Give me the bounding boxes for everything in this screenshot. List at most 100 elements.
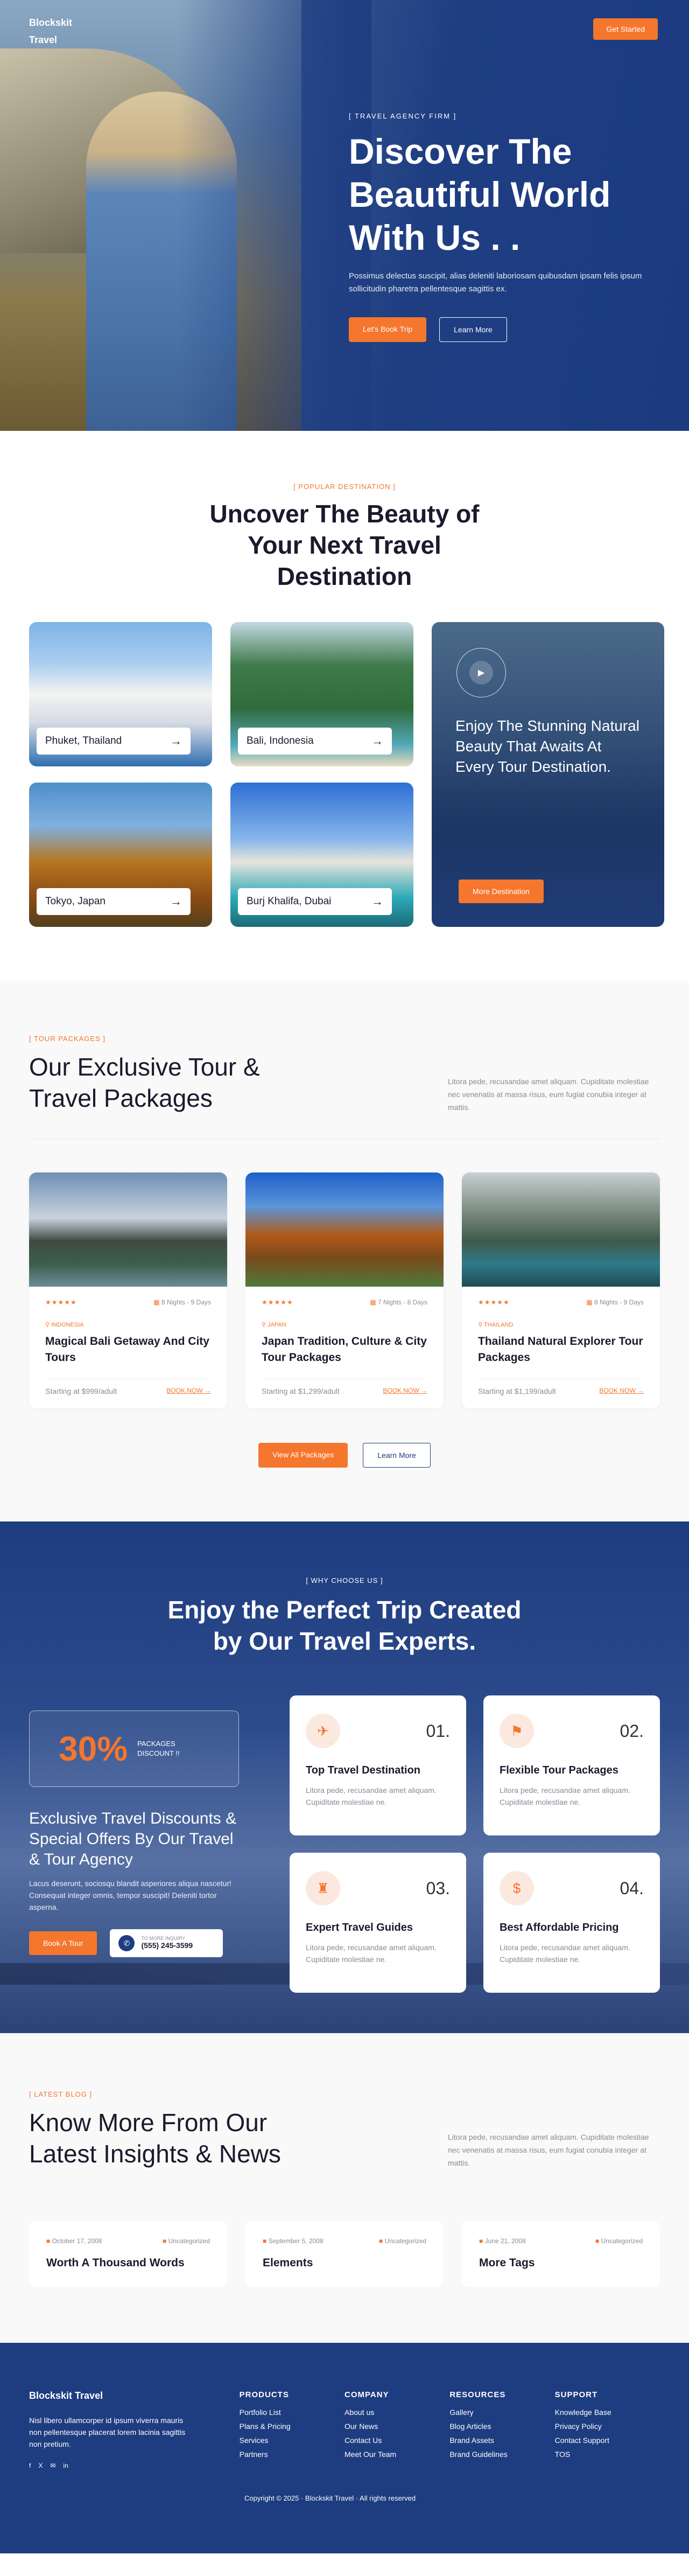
tour-image [462,1172,660,1287]
tour-card[interactable]: ★★★★★ ▦ 7 Nights - 8 Days ⚲ JAPAN Japan T… [245,1172,444,1408]
get-started-button[interactable]: Get Started [593,18,658,40]
tours-header: [ TOUR PACKAGES ] Our Exclusive Tour & T… [29,1035,660,1139]
blog-card[interactable]: June 21, 2008 Uncategorized More Tags [462,2221,660,2287]
calendar-icon: ▦ [586,1299,594,1306]
book-now-link[interactable]: BOOK NOW → [599,1387,644,1395]
post-title[interactable]: Worth A Thousand Words [46,2257,210,2270]
feature-number: 02. [620,1721,644,1741]
footer-link[interactable]: Brand Guidelines [449,2450,554,2459]
linkedin-icon[interactable]: in [63,2462,68,2469]
destination-label[interactable]: Tokyo, Japan → [37,888,191,915]
footer-link[interactable]: Privacy Policy [555,2422,660,2431]
view-all-packages-button[interactable]: View All Packages [258,1443,348,1468]
hero-buttons: Let's Book Trip Learn More [349,317,661,342]
book-now-link[interactable]: BOOK NOW → [166,1387,211,1395]
destination-label[interactable]: Phuket, Thailand → [37,728,191,755]
tour-title[interactable]: Magical Bali Getaway And City Tours [29,1328,227,1371]
destination-card[interactable]: Tokyo, Japan → [29,783,212,927]
discount-label: PACKAGES DISCOUNT !! [137,1740,180,1757]
hero-overlay [178,0,371,431]
post-category[interactable]: Uncategorized [379,2237,426,2245]
blog-title: Know More From Our Latest Insights & New… [29,2109,281,2168]
footer-link[interactable]: Contact Us [344,2436,449,2445]
post-date: September 5, 2008 [263,2237,324,2245]
arrow-right-icon: → [170,895,182,908]
footer-link[interactable]: Contact Support [555,2436,660,2445]
destination-label[interactable]: Burj Khalifa, Dubai → [238,888,392,915]
book-tour-button[interactable]: Book A Tour [29,1931,97,1955]
hero-learn-more-button[interactable]: Learn More [439,317,507,342]
feature-description: Litora pede, recusandae amet aliquam. Cu… [500,1786,630,1806]
destination-card[interactable]: Bali, Indonesia → [230,622,413,766]
phone-icon: ✆ [118,1935,135,1951]
tours-buttons: View All Packages Learn More [29,1443,660,1468]
destination-card[interactable]: Phuket, Thailand → [29,622,212,766]
location-pin-icon: ⚲ [478,1322,484,1328]
tour-duration: ▦ 7 Nights - 8 Days [370,1299,427,1306]
site-footer: Blockskit Travel Nisl libero ullamcorper… [0,2343,689,2553]
post-category[interactable]: Uncategorized [163,2237,210,2245]
discount-percent: 30% [59,1729,128,1768]
destination-label[interactable]: Bali, Indonesia → [238,728,392,755]
blog-tag: [ LATEST BLOG ] [29,2090,93,2098]
footer-column-title: RESOURCES [449,2390,506,2399]
tour-card[interactable]: ★★★★★ ▦ 8 Nights - 9 Days ⚲ THAILAND Thai… [462,1172,660,1408]
hero-eyebrow: [ TRAVEL AGENCY FIRM ] [349,112,457,120]
post-date: June 21, 2008 [479,2237,526,2245]
footer-link[interactable]: Brand Assets [449,2436,554,2445]
x-twitter-icon[interactable]: X [38,2462,43,2469]
post-date: October 17, 2008 [46,2237,102,2245]
blog-card[interactable]: September 5, 2008 Uncategorized Elements [245,2221,444,2287]
feature-title: Top Travel Destination [306,1764,420,1776]
footer-link[interactable]: Knowledge Base [555,2408,660,2417]
feature-card: $04. Best Affordable Pricing Litora pede… [483,1853,660,1993]
site-logo[interactable]: Blockskit Travel [29,14,72,48]
package-icon: ⚑ [500,1714,534,1748]
footer-link[interactable]: Our News [344,2422,449,2431]
footer-link[interactable]: Partners [240,2450,344,2459]
destination-name: Burj Khalifa, Dubai [247,896,332,907]
tour-duration: ▦ 8 Nights - 9 Days [153,1299,211,1306]
footer-logo[interactable]: Blockskit Travel [29,2390,103,2401]
tour-title[interactable]: Japan Tradition, Culture & City Tour Pac… [245,1328,444,1371]
location-pin-icon: ⚲ [262,1322,268,1328]
destination-card[interactable]: Burj Khalifa, Dubai → [230,783,413,927]
discount-promo: 30% PACKAGES DISCOUNT !! [29,1711,239,1787]
footer-column: RESOURCES Gallery Blog Articles Brand As… [449,2390,554,2469]
tour-card[interactable]: ★★★★★ ▦ 8 Nights - 9 Days ⚲ INDONESIA Mag… [29,1172,227,1408]
footer-link[interactable]: Blog Articles [449,2422,554,2431]
post-title[interactable]: More Tags [479,2257,643,2270]
location-pin-icon: ⚲ [45,1322,52,1328]
phone-inquiry[interactable]: ✆ TO MORE INQUIRY (555) 245-3599 [110,1929,223,1957]
post-category[interactable]: Uncategorized [595,2237,643,2245]
book-trip-button[interactable]: Let's Book Trip [349,317,427,342]
rating-stars: ★★★★★ [45,1299,77,1306]
footer-column: COMPANY About us Our News Contact Us Mee… [344,2390,449,2469]
feature-number: 04. [620,1878,644,1898]
tour-title[interactable]: Thailand Natural Explorer Tour Packages [462,1328,660,1371]
blog-card[interactable]: October 17, 2008 Uncategorized Worth A Th… [29,2221,227,2287]
tours-section: [ TOUR PACKAGES ] Our Exclusive Tour & T… [0,981,689,1521]
footer-link[interactable]: Gallery [449,2408,554,2417]
footer-link[interactable]: Portfolio List [240,2408,344,2417]
tours-description: Litora pede, recusandae amet aliquam. Cu… [448,1077,649,1112]
feature-title: Best Affordable Pricing [500,1922,619,1933]
post-title[interactable]: Elements [263,2257,426,2270]
destination-icon: ✈ [306,1714,340,1748]
footer-link[interactable]: About us [344,2408,449,2417]
play-video-button[interactable]: ▶ [456,648,506,697]
why-actions: Book A Tour ✆ TO MORE INQUIRY (555) 245-3… [29,1929,287,1957]
tour-location: ⚲ JAPAN [262,1322,286,1328]
footer-link[interactable]: TOS [555,2450,660,2459]
footer-link[interactable]: Plans & Pricing [240,2422,344,2431]
footer-link[interactable]: Services [240,2436,344,2445]
destinations-section: [ POPULAR DESTINATION ] Uncover The Beau… [0,431,689,981]
rating-stars: ★★★★★ [262,1299,293,1306]
footer-link[interactable]: Meet Our Team [344,2450,449,2459]
email-icon[interactable]: ✉ [50,2462,55,2469]
more-destination-button[interactable]: More Destination [459,879,544,903]
play-icon: ▶ [469,661,493,685]
book-now-link[interactable]: BOOK NOW → [383,1387,427,1395]
tours-learn-more-button[interactable]: Learn More [363,1443,431,1468]
facebook-icon[interactable]: f [29,2462,31,2469]
